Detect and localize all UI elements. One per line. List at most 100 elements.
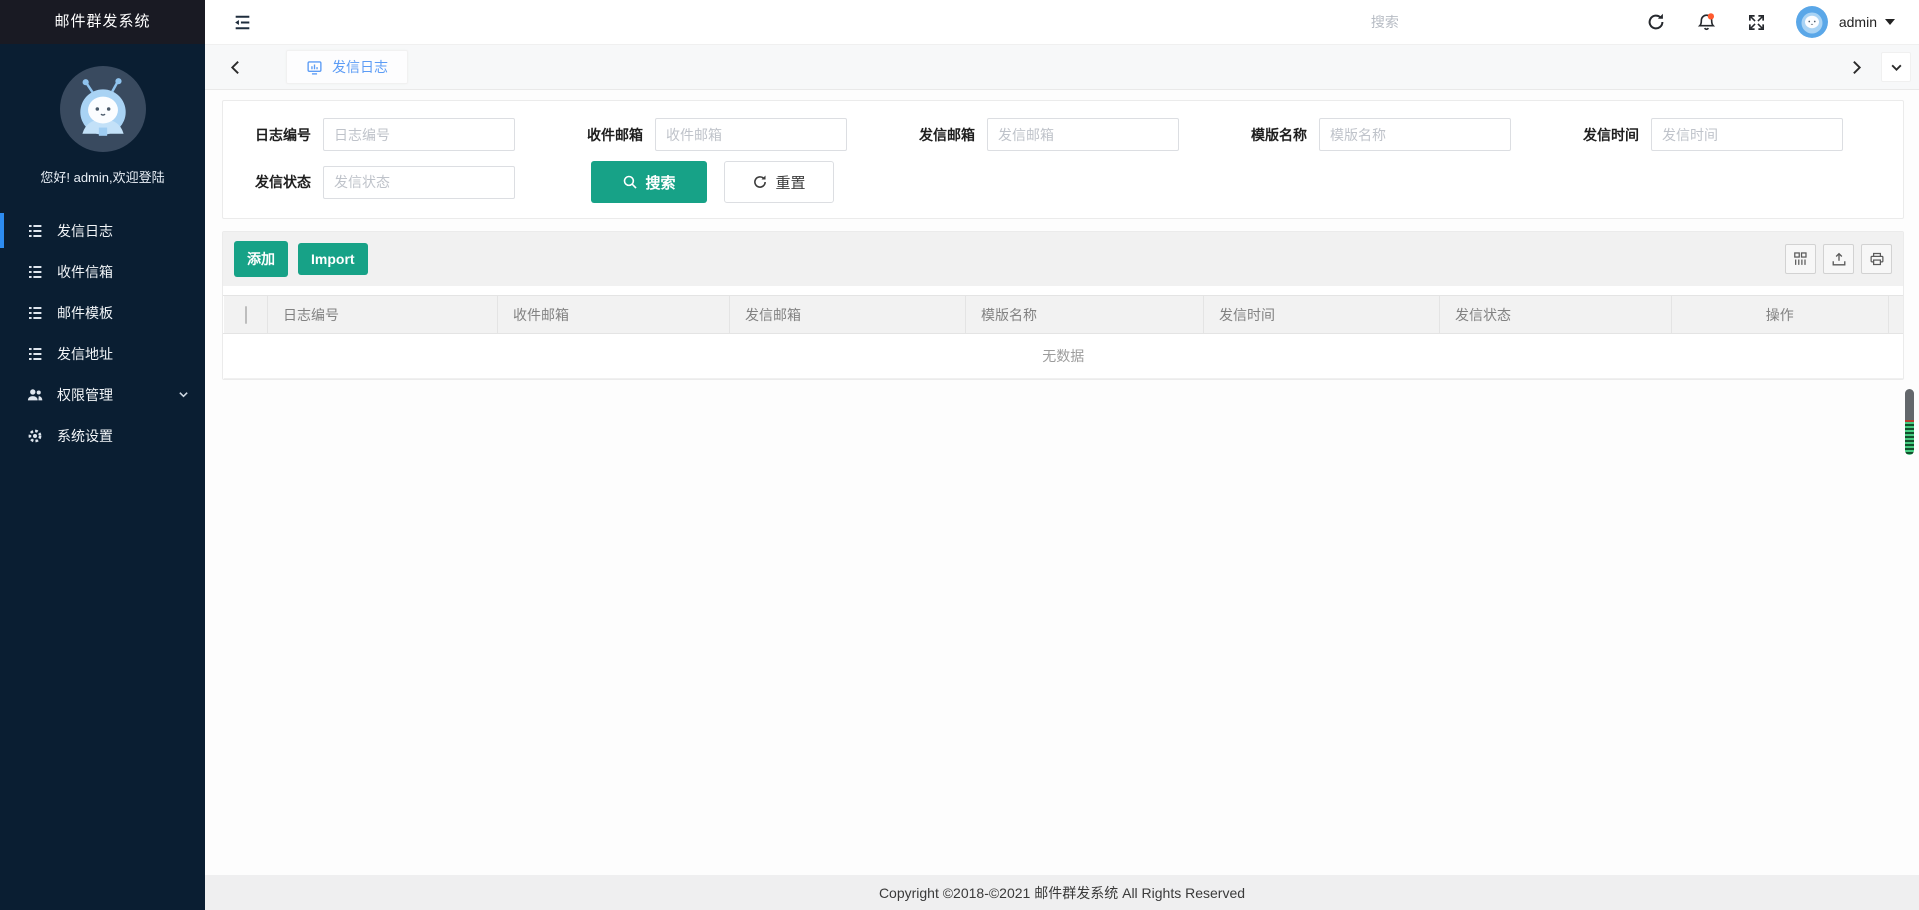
filter-field-log-id: 日志编号 xyxy=(231,118,563,151)
gear-icon xyxy=(27,428,43,444)
column-header-send-status[interactable]: 发信状态 xyxy=(1440,296,1672,334)
send-status-input[interactable] xyxy=(323,166,515,199)
select-all-cell xyxy=(224,296,268,334)
column-header-send-time[interactable]: 发信时间 xyxy=(1204,296,1440,334)
search-icon xyxy=(622,174,638,190)
export-icon[interactable] xyxy=(1823,244,1854,274)
user-avatar[interactable] xyxy=(1796,6,1828,38)
filter-row-2: 发信状态 搜索 重置 xyxy=(231,161,1895,203)
field-label: 收件邮箱 xyxy=(563,125,655,145)
username-label: admin xyxy=(1839,14,1877,30)
sidebar-item-label: 权限管理 xyxy=(57,385,113,405)
sidebar-menu: 发信日志 收件信箱 邮件模板 发信地址 权限管理 xyxy=(0,210,205,456)
reset-refresh-icon xyxy=(752,174,768,190)
user-greeting: 您好! admin,欢迎登陆 xyxy=(0,167,205,186)
notification-badge xyxy=(1708,13,1714,19)
tab-bar: 发信日志 xyxy=(205,44,1919,90)
column-header-recipient-email[interactable]: 收件邮箱 xyxy=(498,296,730,334)
global-search-input[interactable] xyxy=(1371,14,1586,30)
scrollbar-thumb-stripes xyxy=(1905,422,1914,455)
main-area: admin 发信日志 xyxy=(205,0,1919,910)
user-menu[interactable]: admin xyxy=(1839,14,1895,30)
filter-card: 日志编号 收件邮箱 发信邮箱 模版名称 发信时间 xyxy=(222,100,1904,219)
scrollbar-thumb[interactable] xyxy=(1905,389,1914,455)
sidebar-item-label: 发信地址 xyxy=(57,344,113,364)
sidebar: 邮件群发系统 您好! admin,欢迎登陆 发信日志 xyxy=(0,0,205,910)
sidebar-item-send-address[interactable]: 发信地址 xyxy=(0,333,205,374)
field-label: 发信邮箱 xyxy=(895,125,987,145)
import-button[interactable]: Import xyxy=(298,243,368,275)
sidebar-item-label: 系统设置 xyxy=(57,426,113,446)
sidebar-item-label: 邮件模板 xyxy=(57,303,113,323)
field-label: 发信状态 xyxy=(231,172,323,192)
log-id-input[interactable] xyxy=(323,118,515,151)
users-icon xyxy=(27,387,43,403)
list-icon xyxy=(27,223,43,239)
reset-button[interactable]: 重置 xyxy=(724,161,834,203)
mascot-avatar-image xyxy=(70,76,136,142)
caret-down-icon xyxy=(1885,19,1895,25)
avatar xyxy=(60,66,146,152)
column-header-log-id[interactable]: 日志编号 xyxy=(268,296,498,334)
column-header-actions[interactable]: 操作 xyxy=(1672,296,1889,334)
top-bar-right: admin xyxy=(1371,6,1919,38)
template-name-input[interactable] xyxy=(1319,118,1511,151)
footer: Copyright ©2018-©2021 邮件群发系统 All Rights … xyxy=(205,875,1919,910)
print-icon[interactable] xyxy=(1861,244,1892,274)
list-icon xyxy=(27,346,43,362)
sender-email-input[interactable] xyxy=(987,118,1179,151)
copyright-text: Copyright ©2018-©2021 邮件群发系统 All Rights … xyxy=(879,883,1245,903)
select-all-checkbox[interactable] xyxy=(245,306,247,324)
app-title: 邮件群发系统 xyxy=(0,0,205,44)
column-header-sender-email[interactable]: 发信邮箱 xyxy=(730,296,966,334)
sidebar-item-label: 收件信箱 xyxy=(57,262,113,282)
page-content: 日志编号 收件邮箱 发信邮箱 模版名称 发信时间 xyxy=(205,90,1919,875)
sidebar-item-label: 发信日志 xyxy=(57,221,113,241)
filter-field-recipient-email: 收件邮箱 xyxy=(563,118,895,151)
recipient-email-input[interactable] xyxy=(655,118,847,151)
sidebar-avatar-wrap xyxy=(0,66,205,152)
empty-row: 无数据 xyxy=(224,334,1904,379)
sidebar-item-templates[interactable]: 邮件模板 xyxy=(0,292,205,333)
columns-toggle-icon[interactable] xyxy=(1785,244,1816,274)
top-bar: admin xyxy=(205,0,1919,44)
sidebar-item-settings[interactable]: 系统设置 xyxy=(0,415,205,456)
table-header-row: 日志编号 收件邮箱 发信邮箱 模版名称 发信时间 发信状态 操作 xyxy=(224,296,1904,334)
chevron-down-icon xyxy=(178,389,189,400)
log-table: 日志编号 收件邮箱 发信邮箱 模版名称 发信时间 发信状态 操作 无数据 xyxy=(223,295,1903,379)
search-button-label: 搜索 xyxy=(645,172,675,193)
filter-row-1: 日志编号 收件邮箱 发信邮箱 模版名称 发信时间 xyxy=(231,118,1895,151)
field-label: 模版名称 xyxy=(1227,125,1319,145)
filter-field-template-name: 模版名称 xyxy=(1227,118,1559,151)
filter-field-send-time: 发信时间 xyxy=(1559,118,1891,151)
sidebar-item-inbox[interactable]: 收件信箱 xyxy=(0,251,205,292)
table-wrap: 日志编号 收件邮箱 发信邮箱 模版名称 发信时间 发信状态 操作 无数据 xyxy=(223,286,1903,379)
notifications-bell-icon[interactable] xyxy=(1696,12,1717,33)
filter-field-send-status: 发信状态 xyxy=(231,166,563,199)
reset-button-label: 重置 xyxy=(775,172,805,193)
tab-options-chevron-icon[interactable] xyxy=(1881,52,1911,82)
table-card: 添加 Import xyxy=(222,231,1904,380)
tab-label: 发信日志 xyxy=(332,57,388,77)
tabs-scroll-right-icon[interactable] xyxy=(1848,59,1865,76)
send-time-input[interactable] xyxy=(1651,118,1843,151)
field-label: 日志编号 xyxy=(231,125,323,145)
search-button[interactable]: 搜索 xyxy=(591,161,707,203)
scrollbar-thumb-top xyxy=(1905,389,1914,420)
add-button[interactable]: 添加 xyxy=(234,241,288,277)
tabs-scroll-left-icon[interactable] xyxy=(227,59,244,76)
filter-field-sender-email: 发信邮箱 xyxy=(895,118,1227,151)
table-gutter xyxy=(1888,296,1903,334)
column-header-template-name[interactable]: 模版名称 xyxy=(966,296,1204,334)
sidebar-item-send-log[interactable]: 发信日志 xyxy=(0,210,205,251)
table-tool-icons xyxy=(1778,244,1892,274)
sidebar-collapse-icon[interactable] xyxy=(232,12,253,33)
list-icon xyxy=(27,305,43,321)
table-toolbar: 添加 Import xyxy=(223,232,1903,286)
fullscreen-icon[interactable] xyxy=(1747,13,1766,32)
list-icon xyxy=(27,264,43,280)
empty-state-text: 无数据 xyxy=(224,334,1904,379)
refresh-icon[interactable] xyxy=(1646,12,1666,32)
sidebar-item-permissions[interactable]: 权限管理 xyxy=(0,374,205,415)
tab-send-log[interactable]: 发信日志 xyxy=(286,50,408,84)
